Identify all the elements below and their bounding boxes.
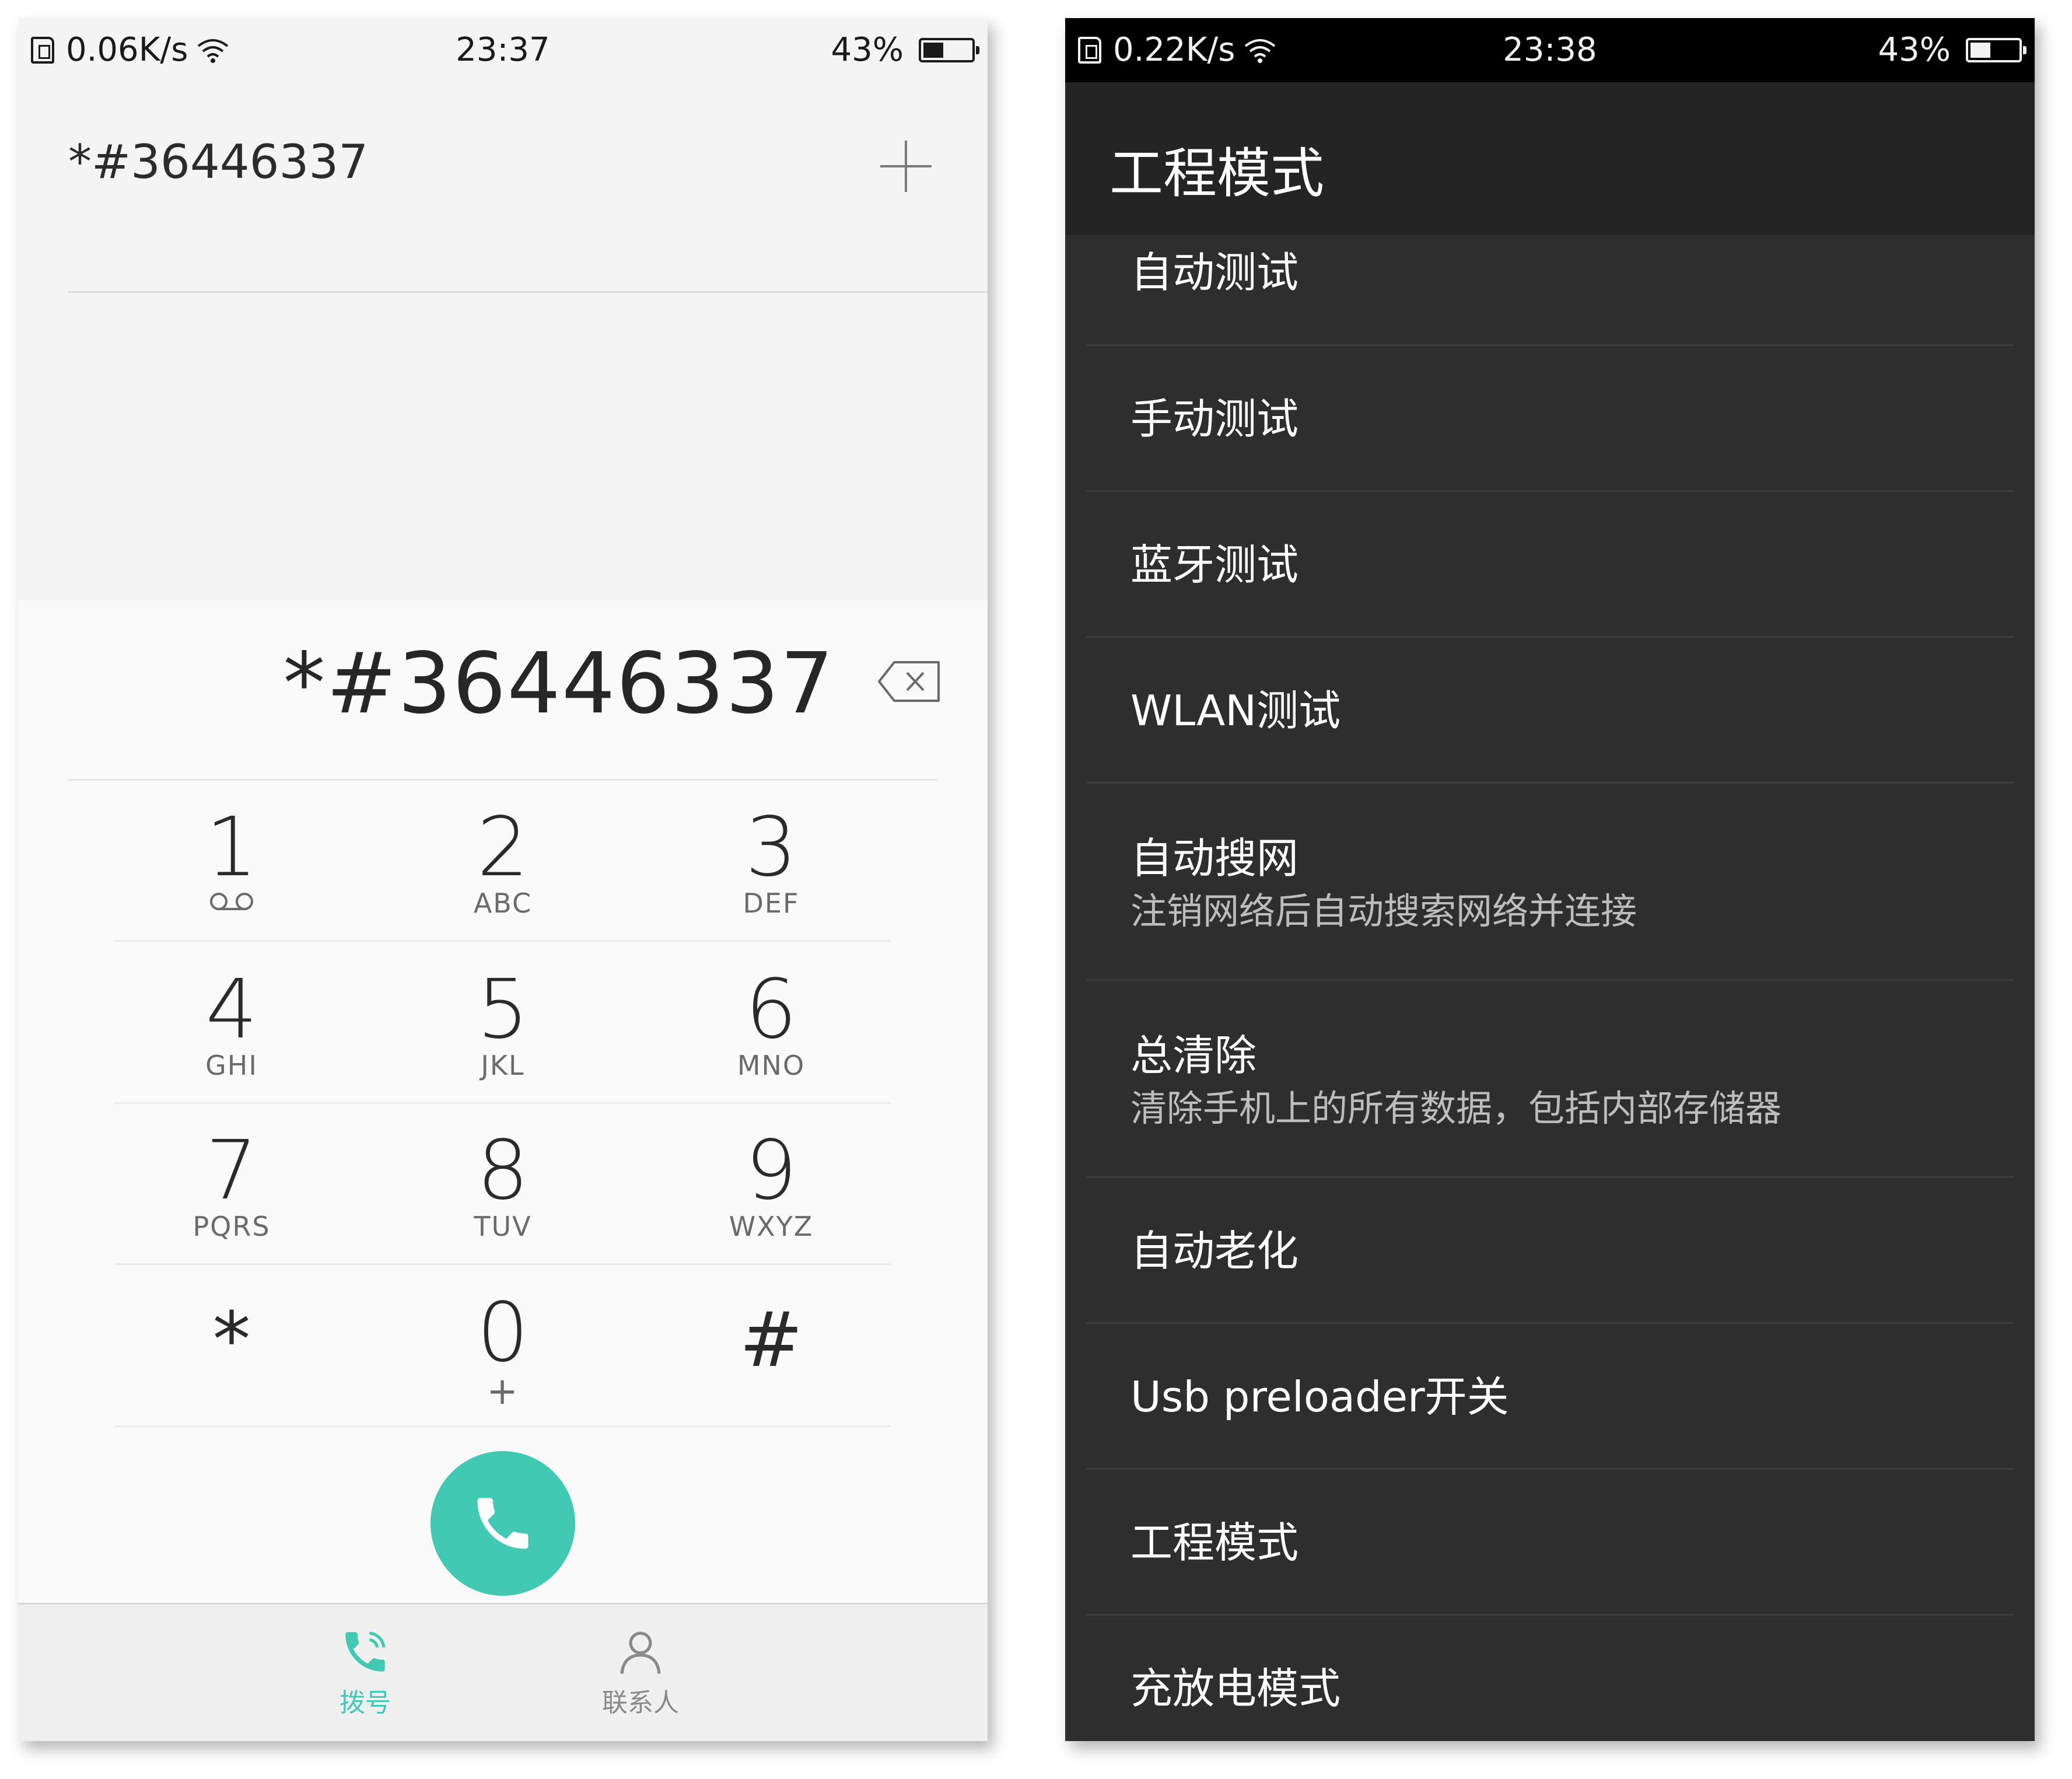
key-star[interactable]: * xyxy=(144,1264,319,1422)
key-letters: + xyxy=(487,1370,519,1413)
person-icon xyxy=(620,1631,661,1674)
key-digit: 6 xyxy=(745,962,797,1057)
keypad-panel: *#36446337 1 2 ABC 3 DEF 4 GHI 5 JKL 6 M… xyxy=(18,600,988,1603)
menu-item-subtitle: 注销网络后自动搜索网络并连接 xyxy=(1130,890,1637,932)
key-3[interactable]: 3 DEF xyxy=(684,779,859,936)
battery-icon xyxy=(919,38,979,62)
key-9[interactable]: 9 WXYZ xyxy=(684,1102,859,1260)
divider xyxy=(115,1425,891,1427)
key-digit: 1 xyxy=(205,800,258,895)
key-digit: 2 xyxy=(477,800,529,895)
key-digit: * xyxy=(212,1295,251,1384)
key-letters: DEF xyxy=(743,887,800,919)
battery-fill xyxy=(923,43,944,58)
phone-icon xyxy=(477,1498,528,1549)
key-digit: 8 xyxy=(477,1123,529,1218)
key-letters: JKL xyxy=(481,1050,525,1081)
menu-item-title: 蓝牙测试 xyxy=(1130,540,1299,589)
key-digit: 4 xyxy=(205,962,258,1057)
tab-contacts-label: 联系人 xyxy=(602,1688,679,1718)
battery-percent: 43% xyxy=(831,31,904,69)
key-hash[interactable]: # xyxy=(684,1264,859,1422)
menu-item-subtitle: 清除手机上的所有数据，包括内部存储器 xyxy=(1130,1087,1782,1130)
menu-item-title: 自动老化 xyxy=(1130,1226,1299,1275)
matched-number-row[interactable]: *#36446337 xyxy=(18,82,988,293)
menu-item-title: 自动搜网 xyxy=(1130,834,1299,883)
dialed-number-display: *#36446337 xyxy=(283,634,835,732)
tab-contacts[interactable]: 联系人 xyxy=(582,1626,699,1719)
menu-item-wlan-test[interactable]: WLAN测试 xyxy=(1065,638,2035,784)
dial-phone-icon xyxy=(345,1631,386,1672)
menu-item-manual-test[interactable]: 手动测试 xyxy=(1065,346,2035,492)
menu-item-usb-preloader-switch[interactable]: Usb preloader开关 xyxy=(1065,1324,2035,1470)
status-bar: 0.22K/s 23:38 43% xyxy=(1065,18,2035,82)
matched-number: *#36446337 xyxy=(68,135,369,189)
dialer-screen: 0.06K/s 23:37 43% *#36446337 *#36446337 xyxy=(18,18,988,1741)
key-6[interactable]: 6 MNO xyxy=(684,941,859,1099)
key-4[interactable]: 4 GHI xyxy=(144,941,319,1099)
key-letters: GHI xyxy=(205,1050,258,1081)
menu-item-bluetooth-test[interactable]: 蓝牙测试 xyxy=(1065,492,2035,638)
key-digit: 7 xyxy=(205,1123,258,1218)
voicemail-icon xyxy=(210,893,253,910)
menu-item-factory-reset[interactable]: 总清除 清除手机上的所有数据，包括内部存储器 xyxy=(1065,981,2035,1178)
key-8[interactable]: 8 TUV xyxy=(415,1102,590,1260)
menu-item-charge-discharge-mode[interactable]: 充放电模式 xyxy=(1065,1616,2035,1741)
key-2[interactable]: 2 ABC xyxy=(415,779,590,936)
key-digit: 3 xyxy=(745,800,797,895)
key-digit: # xyxy=(739,1295,803,1384)
key-1[interactable]: 1 xyxy=(144,779,319,936)
key-letters: MNO xyxy=(737,1050,806,1081)
bottom-tab-bar: 拨号 联系人 xyxy=(18,1603,988,1741)
status-right: 43% xyxy=(831,18,979,82)
menu-item-auto-network-search[interactable]: 自动搜网 注销网络后自动搜索网络并连接 xyxy=(1065,784,2035,981)
menu-item-title: 总清除 xyxy=(1130,1031,1257,1080)
menu-item-title: Usb preloader开关 xyxy=(1130,1372,1509,1421)
app-header: 工程模式 xyxy=(1065,82,2035,235)
key-7[interactable]: 7 PQRS xyxy=(144,1102,319,1260)
call-button[interactable] xyxy=(430,1451,575,1596)
menu-item-title: 手动测试 xyxy=(1130,394,1299,443)
key-letters: PQRS xyxy=(192,1211,271,1242)
menu-item-title: 工程模式 xyxy=(1130,1518,1299,1567)
menu-item-auto-test[interactable]: 自动测试 xyxy=(1065,235,2035,346)
tab-dial[interactable]: 拨号 xyxy=(307,1626,424,1719)
tab-dial-label: 拨号 xyxy=(340,1688,391,1718)
status-bar: 0.06K/s 23:37 43% xyxy=(18,18,988,82)
menu-item-title: 自动测试 xyxy=(1130,248,1299,297)
battery-icon xyxy=(1966,38,2027,62)
menu-list: 自动测试 手动测试 蓝牙测试 WLAN测试 自动搜网 注销网络后自动搜索网络并连… xyxy=(1065,235,2035,1741)
key-digit: 5 xyxy=(477,962,529,1057)
menu-item-title: 充放电模式 xyxy=(1130,1664,1341,1713)
key-letters: WXYZ xyxy=(729,1211,814,1242)
key-0[interactable]: 0 + xyxy=(415,1264,590,1422)
key-5[interactable]: 5 JKL xyxy=(415,941,590,1099)
page-title: 工程模式 xyxy=(1110,142,1325,205)
backspace-icon[interactable] xyxy=(877,660,942,703)
menu-item-engineering-mode[interactable]: 工程模式 xyxy=(1065,1470,2035,1616)
menu-item-title: WLAN测试 xyxy=(1130,686,1341,735)
menu-item-auto-aging[interactable]: 自动老化 xyxy=(1065,1178,2035,1324)
divider xyxy=(68,291,988,293)
battery-fill xyxy=(1971,43,1991,58)
add-contact-icon[interactable] xyxy=(880,141,932,192)
status-right: 43% xyxy=(1878,18,2027,82)
battery-percent: 43% xyxy=(1878,31,1951,69)
key-digit: 9 xyxy=(745,1123,797,1218)
key-letters: TUV xyxy=(474,1211,532,1242)
key-digit: 0 xyxy=(477,1285,529,1380)
engineering-mode-screen: 0.22K/s 23:38 43% 工程模式 自动测试 手动测试 蓝牙测试 WL… xyxy=(1065,18,2035,1741)
key-letters: ABC xyxy=(473,887,533,919)
